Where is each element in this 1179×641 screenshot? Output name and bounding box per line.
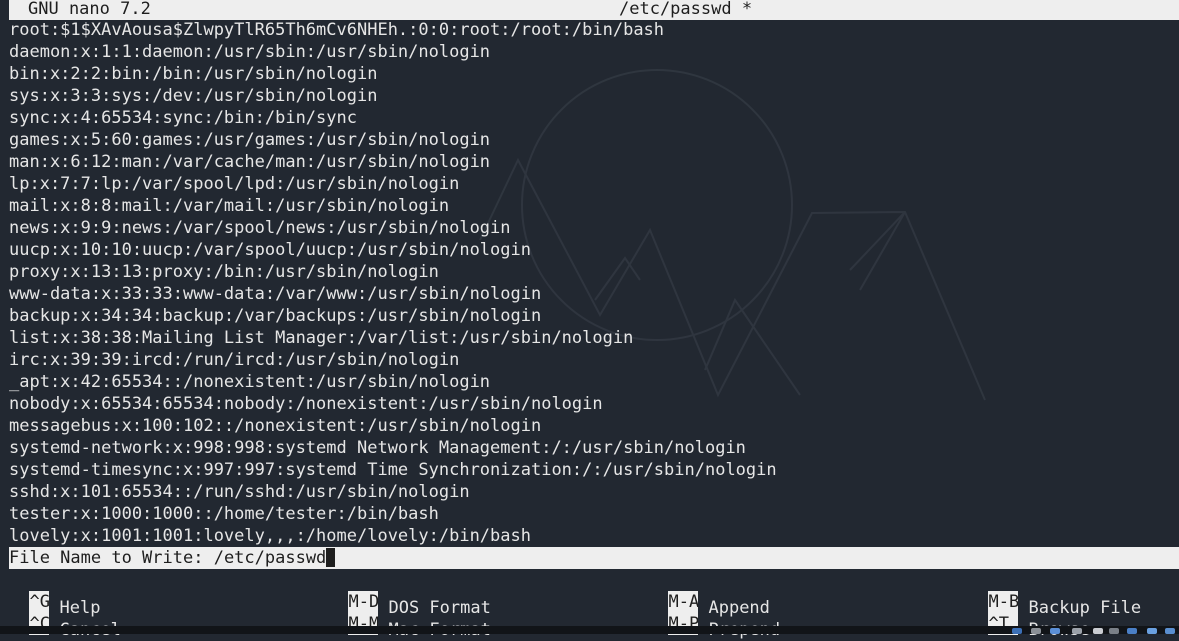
filename-input[interactable]: /etc/passwd: [214, 548, 327, 568]
file-line[interactable]: news:x:9:9:news:/var/spool/news:/usr/sbi…: [9, 217, 511, 239]
nano-title-bar: GNU nano 7.2 /etc/passwd *: [9, 0, 1179, 20]
file-line[interactable]: sys:x:3:3:sys:/dev:/usr/sbin/nologin: [9, 85, 377, 107]
file-line[interactable]: _apt:x:42:65534::/nonexistent:/usr/sbin/…: [9, 371, 490, 393]
tray-notification-icon[interactable]: [1093, 628, 1103, 634]
file-line[interactable]: uucp:x:10:10:uucp:/var/spool/uucp:/usr/s…: [9, 239, 531, 261]
file-line[interactable]: lp:x:7:7:lp:/var/spool/lpd:/usr/sbin/nol…: [9, 173, 459, 195]
file-line[interactable]: messagebus:x:100:102::/nonexistent:/usr/…: [9, 415, 541, 437]
file-line[interactable]: www-data:x:33:33:www-data:/var/www:/usr/…: [9, 283, 541, 305]
tray-lock-icon[interactable]: [1127, 628, 1137, 634]
shortcut-prepend[interactable]: M-PPrepend: [648, 591, 780, 640]
file-line[interactable]: sync:x:4:65534:sync:/bin:/bin/sync: [9, 107, 357, 129]
tray-power-icon[interactable]: [1147, 628, 1157, 634]
shortcut-backup-file[interactable]: M-B Backup File: [968, 569, 1141, 618]
shortcut-browse[interactable]: ^TBrowse: [968, 591, 1090, 640]
tray-network-icon[interactable]: [1012, 628, 1022, 634]
file-line[interactable]: proxy:x:13:13:proxy:/bin:/usr/sbin/nolog…: [9, 261, 439, 283]
file-line[interactable]: nobody:x:65534:65534:nobody:/nonexistent…: [9, 393, 603, 415]
file-line[interactable]: mail:x:8:8:mail:/var/mail:/usr/sbin/nolo…: [9, 195, 449, 217]
file-line[interactable]: sshd:x:101:65534::/run/sshd:/usr/sbin/no…: [9, 481, 470, 503]
desktop-taskbar: [0, 626, 1179, 634]
shortcut-mac-format[interactable]: M-MMac Format: [328, 591, 491, 640]
tray-display-icon[interactable]: [1109, 628, 1119, 634]
file-line[interactable]: tester:x:1000:1000::/home/tester:/bin/ba…: [9, 503, 439, 525]
file-line[interactable]: games:x:5:60:games:/usr/games:/usr/sbin/…: [9, 129, 490, 151]
file-line[interactable]: list:x:38:38:Mailing List Manager:/var/l…: [9, 327, 633, 349]
shortcut-cancel[interactable]: ^CCancel: [9, 591, 121, 640]
file-line[interactable]: irc:x:39:39:ircd:/run/ircd:/usr/sbin/nol…: [9, 349, 459, 371]
shortcut-dos-format[interactable]: M-D DOS Format: [328, 569, 491, 618]
file-line[interactable]: systemd-network:x:998:998:systemd Networ…: [9, 437, 746, 459]
file-line[interactable]: lovely:x:1001:1001:lovely,,,:/home/lovel…: [9, 525, 531, 547]
shortcut-append[interactable]: M-A Append: [648, 569, 770, 618]
app-version: GNU nano 7.2: [28, 0, 151, 19]
file-line[interactable]: bin:x:2:2:bin:/bin:/usr/sbin/nologin: [9, 63, 377, 85]
tray-battery-icon[interactable]: [1072, 628, 1082, 634]
tray-bluetooth-icon[interactable]: [1050, 628, 1060, 634]
file-line[interactable]: systemd-timesync:x:997:997:systemd Time …: [9, 459, 777, 481]
prompt-label: File Name to Write:: [9, 548, 214, 568]
write-filename-prompt[interactable]: File Name to Write: /etc/passwd: [9, 547, 1179, 569]
tray-menu-icon[interactable]: [1165, 628, 1175, 634]
file-line[interactable]: man:x:6:12:man:/var/cache/man:/usr/sbin/…: [9, 151, 490, 173]
tray-volume-icon[interactable]: [1031, 628, 1041, 634]
file-title: /etc/passwd *: [619, 0, 753, 19]
text-cursor: [326, 548, 336, 567]
file-line[interactable]: daemon:x:1:1:daemon:/usr/sbin:/usr/sbin/…: [9, 41, 490, 63]
shortcut-help[interactable]: ^G Help: [9, 569, 100, 618]
file-line[interactable]: backup:x:34:34:backup:/var/backups:/usr/…: [9, 305, 541, 327]
file-line[interactable]: root:$1$XAvAousa$ZlwpyTlR65Th6mCv6NHEh.:…: [9, 19, 664, 41]
